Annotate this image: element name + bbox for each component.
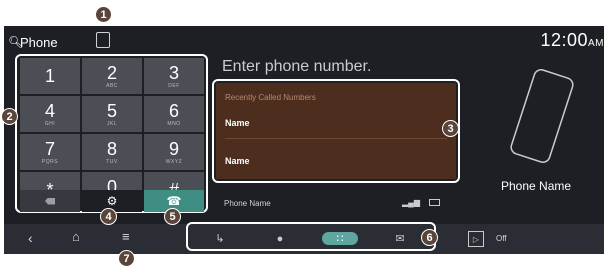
callout-marker: 7 (118, 250, 135, 267)
smartphone-illustration (510, 69, 574, 163)
clock-ampm: AM (588, 38, 604, 49)
signal-icon: ▂▄▆ (402, 198, 420, 207)
callout-marker: 3 (442, 120, 459, 137)
callout-marker: 2 (1, 108, 18, 125)
back-icon[interactable]: ‹ (28, 230, 33, 246)
callout-marker: 4 (100, 208, 117, 225)
phone-icon: ☎ (166, 194, 182, 208)
gear-icon: ⚙ (106, 194, 118, 208)
backspace-icon (45, 197, 55, 205)
play-icon[interactable]: ▷ (468, 231, 484, 247)
device-switch-icon[interactable] (96, 32, 110, 48)
page-title: Phone (20, 35, 58, 50)
callout-marker: 6 (421, 229, 438, 246)
battery-icon (429, 199, 440, 206)
media-status: Off (496, 234, 507, 243)
callout-marker: 5 (164, 208, 181, 225)
callout-marker: 1 (95, 6, 112, 23)
clock: 12:00AM (540, 30, 604, 51)
tabs-highlight (186, 222, 436, 251)
delete-button[interactable] (20, 190, 80, 212)
connected-phone-name: Phone Name (501, 179, 572, 193)
home-icon[interactable]: ⌂ (72, 229, 80, 244)
menu-icon[interactable]: ≡ (122, 229, 130, 244)
recent-highlight (212, 79, 460, 183)
phone-screen: 🔍︎ Phone 12:00AM 1 2 ABC 3 DEF 4 GHI 5 JKL 6 MNO 7 P… (4, 26, 604, 254)
number-display[interactable]: Enter phone number. (222, 58, 371, 76)
device-name: Phone Name (224, 199, 271, 208)
clock-time: 12:00 (540, 30, 588, 50)
